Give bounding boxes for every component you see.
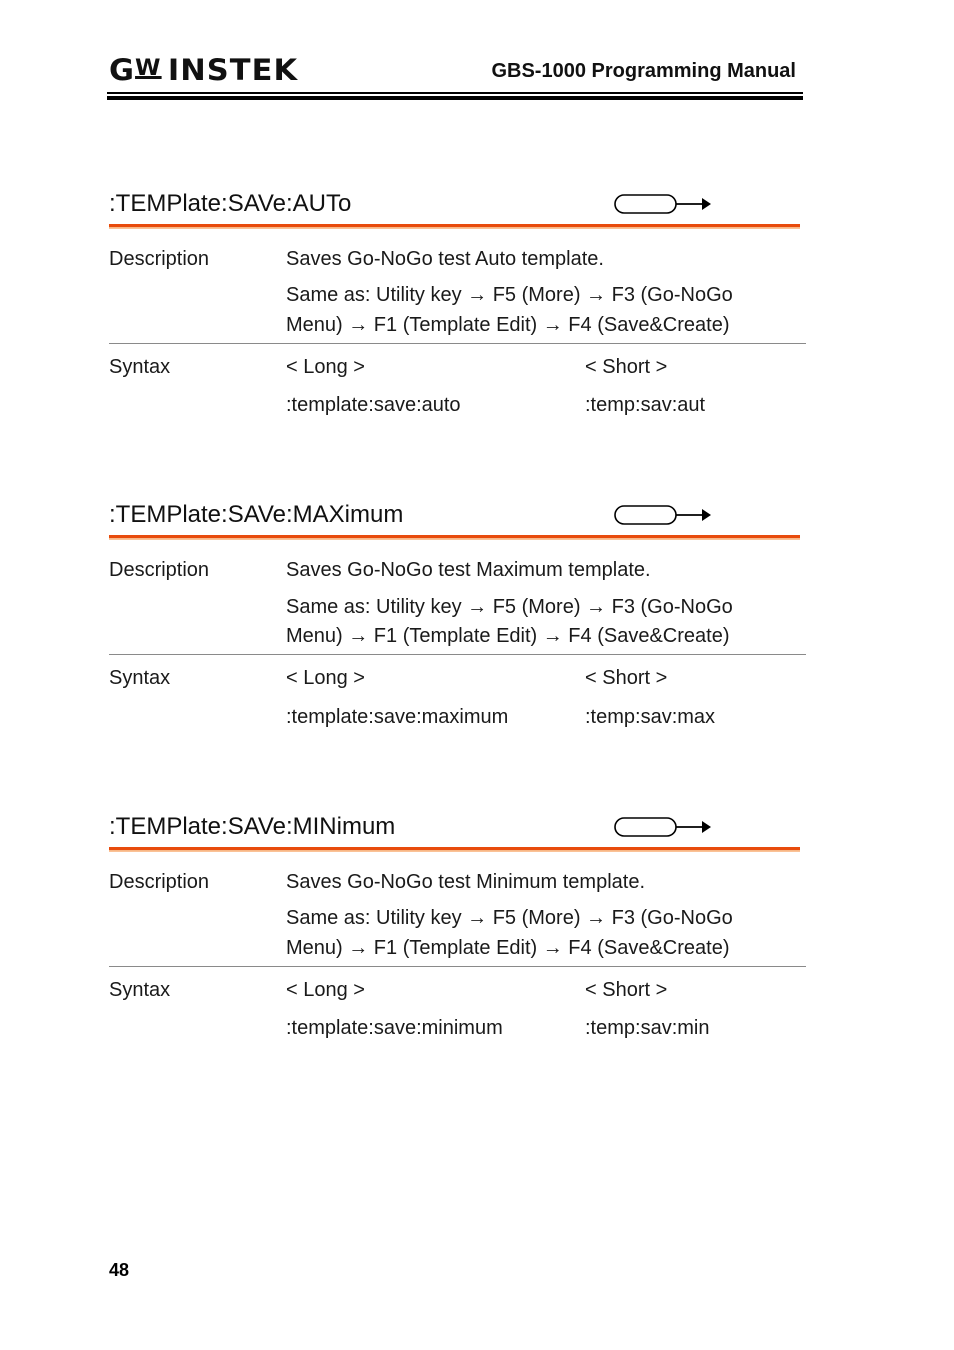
command-title: :TEMPlate:SAVe:MAXimum [109,501,404,528]
page-number: 48 [109,1260,130,1280]
row-divider [109,654,806,655]
same-as-line-1: Same as: Utility key → F5 (More) → F3 (G… [286,907,733,929]
manual-title: GBS-1000 Programming Manual [491,60,796,82]
page-header: GW INSTEK GBS-1000 Programming Manual [107,52,803,100]
set-command-icon [614,505,711,525]
long-heading: < Long > [286,979,365,1001]
short-heading: < Short > [585,356,668,378]
same-as-line-1: Same as: Utility key → F5 (More) → F3 (G… [286,596,733,618]
description-text: Saves Go-NoGo test Minimum template. [286,871,646,893]
short-heading: < Short > [585,667,668,689]
same-as-line-2: Menu) → F1 (Template Edit) → F4 (Save&Cr… [286,314,730,336]
description-text: Saves Go-NoGo test Maximum template. [286,559,651,581]
short-syntax: :temp:sav:aut [585,394,706,416]
row-divider [109,966,806,967]
header-rule-thick [107,96,803,100]
section-accent-rule [109,847,800,852]
description-text: Saves Go-NoGo test Auto template. [286,248,604,270]
set-command-icon [614,194,711,214]
same-as-line-1: Same as: Utility key → F5 (More) → F3 (G… [286,284,733,306]
same-as-line-2: Menu) → F1 (Template Edit) → F4 (Save&Cr… [286,625,730,647]
set-command-icon [614,817,711,837]
long-syntax: :template:save:minimum [286,1017,503,1039]
long-heading: < Long > [286,356,365,378]
syntax-label: Syntax [109,979,171,1001]
section-accent-rule [109,535,800,540]
short-syntax: :temp:sav:max [585,706,716,728]
long-syntax: :template:save:auto [286,394,461,416]
gw-instek-logo: GW INSTEK [109,53,299,87]
command-title: :TEMPlate:SAVe:MINimum [109,813,396,840]
row-divider [109,343,806,344]
section-accent-rule [109,224,800,229]
short-heading: < Short > [585,979,668,1001]
syntax-label: Syntax [109,356,171,378]
long-heading: < Long > [286,667,365,689]
same-as-line-2: Menu) → F1 (Template Edit) → F4 (Save&Cr… [286,937,730,959]
long-syntax: :template:save:maximum [286,706,509,728]
header-rule-thin [107,92,803,94]
command-title: :TEMPlate:SAVe:AUTo [109,190,352,217]
description-label: Description [109,559,210,581]
short-syntax: :temp:sav:min [585,1017,710,1039]
syntax-label: Syntax [109,667,171,689]
description-label: Description [109,248,210,270]
description-label: Description [109,871,210,893]
